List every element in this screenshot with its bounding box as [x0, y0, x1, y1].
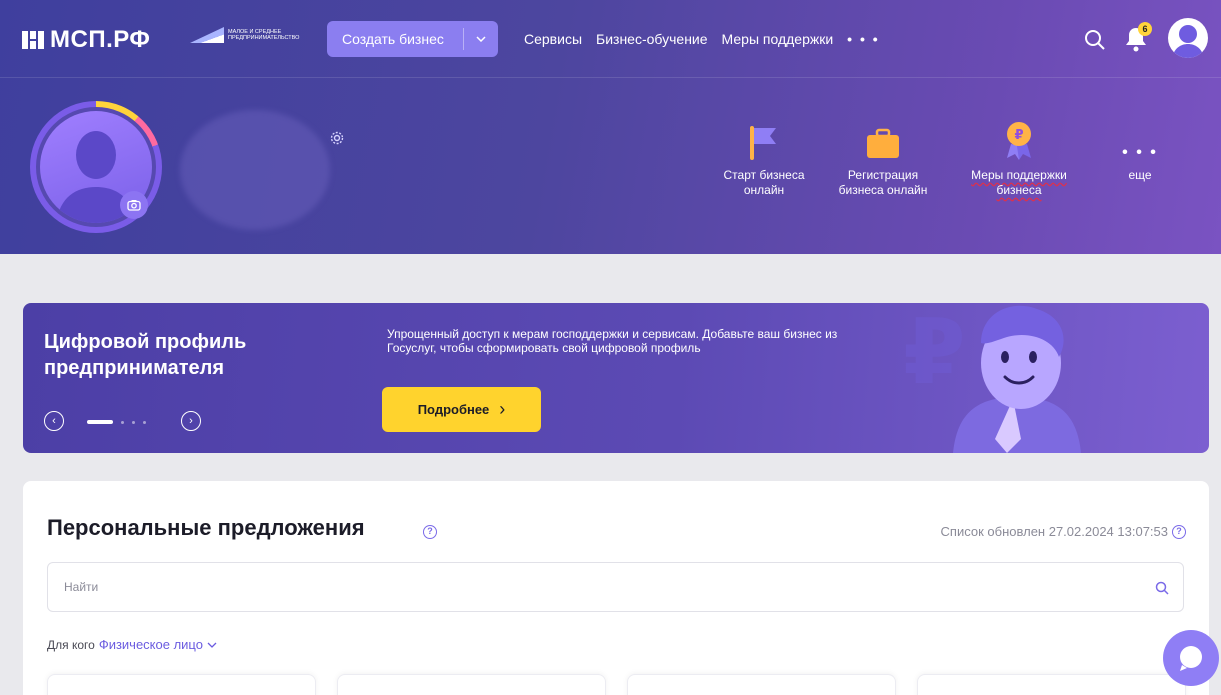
audience-filter: Для кого Физическое лицо: [47, 637, 217, 652]
flag-icon: [190, 27, 224, 43]
chevron-down-icon[interactable]: [464, 34, 498, 45]
nav-item-business-education[interactable]: Бизнес-обучение: [596, 31, 708, 47]
digital-profile-banner: Цифровой профиль предпринимателя Упрощен…: [23, 303, 1209, 453]
mascot-illustration-icon: ₽: [903, 303, 1081, 453]
quick-action-more[interactable]: • • • еще: [1090, 118, 1190, 183]
filter-label: Для кого: [47, 637, 95, 652]
section-title: Персональные предложения: [47, 515, 365, 540]
quick-action-label: Регистрация бизнеса онлайн: [838, 168, 928, 197]
help-icon[interactable]: ?: [423, 525, 437, 539]
offers-search-input[interactable]: [48, 563, 1183, 611]
chevron-right-icon: ›: [499, 399, 506, 419]
site-logo[interactable]: МСП.РФ: [22, 26, 150, 54]
notifications-count-badge: 6: [1138, 22, 1152, 36]
more-details-button[interactable]: Подробнее ›: [382, 387, 541, 432]
chevron-down-icon[interactable]: [207, 642, 217, 648]
gear-icon[interactable]: [330, 131, 344, 145]
create-business-button[interactable]: Создать бизнес: [327, 21, 498, 57]
more-dots-icon: • • •: [1122, 144, 1158, 161]
quick-action-business-registration[interactable]: Регистрация бизнеса онлайн: [833, 118, 933, 198]
banner-title: Цифровой профиль предпринимателя: [44, 331, 247, 379]
offer-card[interactable]: [47, 674, 316, 695]
logo-text: МСП.РФ: [50, 26, 151, 53]
offers-search-box: [47, 562, 1184, 612]
logo-mark-icon: [22, 29, 44, 51]
quick-action-label: Старт бизнеса онлайн: [723, 168, 805, 197]
carousel-next-icon[interactable]: ›: [181, 411, 201, 431]
program-logo-text: МАЛОЕ И СРЕДНЕЕ ПРЕДПРИНИМАТЕЛЬСТВО: [228, 29, 300, 41]
nav-item-services[interactable]: Сервисы: [524, 31, 582, 47]
quick-action-support-measures[interactable]: ₽ Меры поддержки бизнеса: [969, 118, 1069, 198]
list-updated-text: Список обновлен 27.02.2024 13:07:53: [940, 524, 1168, 539]
create-business-label: Создать бизнес: [342, 31, 444, 47]
banner-description: Упрощенный доступ к мерам господдержки и…: [387, 327, 838, 355]
svg-text:₽: ₽: [903, 303, 966, 405]
notifications-bell-icon[interactable]: 6: [1124, 22, 1152, 52]
nav-item-support-measures[interactable]: Меры поддержки: [722, 31, 834, 47]
profile-name-blurred: [180, 110, 330, 230]
program-logo: МАЛОЕ И СРЕДНЕЕ ПРЕДПРИНИМАТЕЛЬСТВО: [190, 27, 308, 43]
carousel-dot-active[interactable]: [87, 420, 113, 424]
search-icon[interactable]: [1155, 581, 1169, 595]
main-nav: Сервисы Бизнес-обучение Меры поддержки •…: [524, 31, 880, 47]
carousel-prev-icon[interactable]: ‹: [44, 411, 64, 431]
offer-card[interactable]: [337, 674, 606, 695]
nav-more-icon[interactable]: • • •: [847, 31, 879, 47]
carousel-dot[interactable]: [121, 420, 124, 424]
list-updated-status: Список обновлен 27.02.2024 13:07:53 ?: [941, 524, 1186, 539]
personal-offers-section: Персональные предложения ? Список обновл…: [23, 481, 1209, 695]
flag-icon: [750, 126, 776, 160]
offer-card[interactable]: [627, 674, 896, 695]
help-icon[interactable]: ?: [1172, 524, 1186, 539]
quick-action-label: Меры поддержки бизнеса: [971, 168, 1067, 197]
quick-action-label: еще: [1128, 168, 1152, 182]
audience-filter-select[interactable]: Физическое лицо: [99, 637, 203, 652]
carousel-dot[interactable]: [132, 420, 135, 424]
carousel-dot[interactable]: [143, 420, 146, 424]
offer-card[interactable]: [917, 674, 1186, 695]
offers-cards-list: [47, 674, 1186, 695]
user-avatar[interactable]: [1168, 18, 1208, 58]
more-details-label: Подробнее: [417, 402, 490, 417]
quick-action-start-business[interactable]: Старт бизнеса онлайн: [714, 118, 814, 198]
top-navbar: МСП.РФ МАЛОЕ И СРЕДНЕЕ ПРЕДПРИНИМАТЕЛЬСТ…: [0, 0, 1221, 78]
briefcase-icon: [867, 128, 899, 158]
carousel-dots: [87, 420, 146, 424]
chat-support-icon[interactable]: [1163, 630, 1219, 686]
search-icon[interactable]: [1084, 29, 1106, 51]
svg-text:₽: ₽: [1014, 128, 1023, 143]
ruble-medal-icon: ₽: [1007, 122, 1031, 160]
change-photo-camera-icon[interactable]: [120, 191, 148, 219]
profile-header: МСП.РФ МАЛОЕ И СРЕДНЕЕ ПРЕДПРИНИМАТЕЛЬСТ…: [0, 0, 1221, 254]
